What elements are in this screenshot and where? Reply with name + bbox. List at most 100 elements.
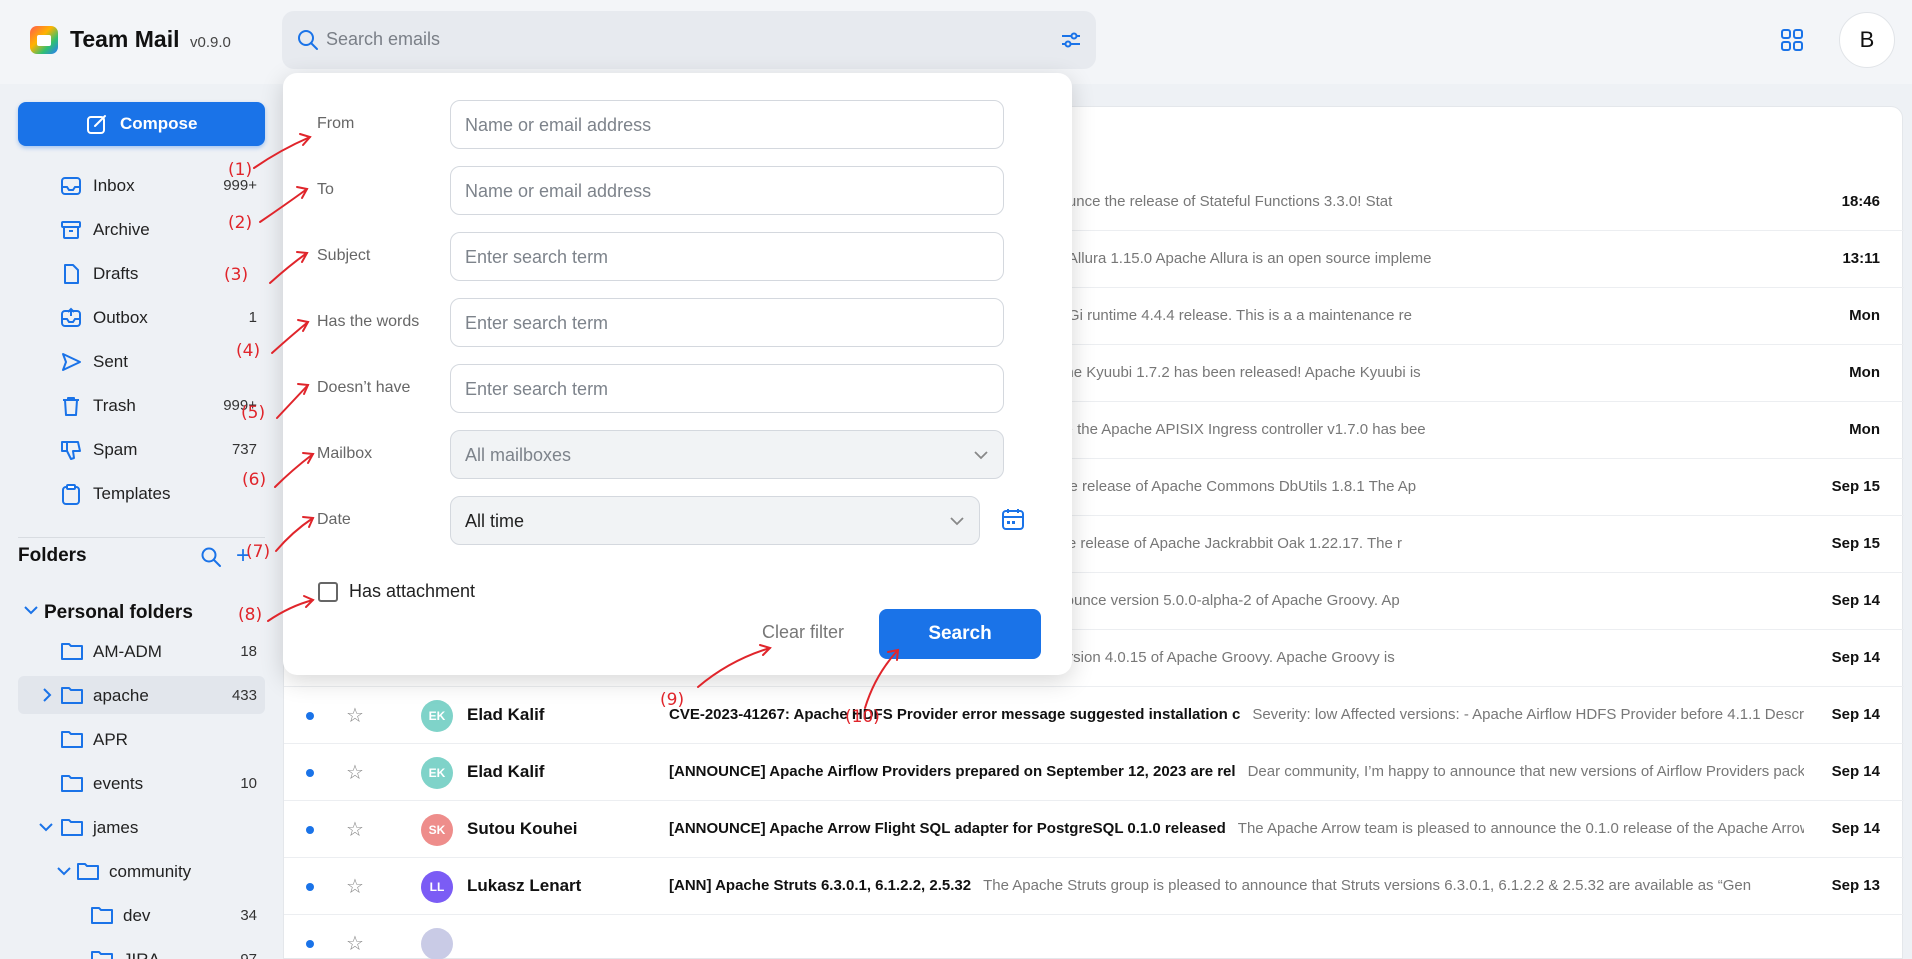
star-icon[interactable]: ☆ xyxy=(346,760,364,785)
folder-count: 97 xyxy=(240,951,257,959)
to-placeholder: Name or email address xyxy=(465,181,652,201)
trash-icon xyxy=(63,397,79,416)
mailbox-label: Mailbox xyxy=(317,445,373,462)
folder-icon xyxy=(61,819,83,836)
search-bar[interactable]: Search emails xyxy=(282,11,1096,69)
search-filter-popup: From Name or email address To Name or em… xyxy=(283,73,1072,675)
date-value: All time xyxy=(465,511,525,531)
folder-icon xyxy=(77,863,99,880)
clear-filter-button[interactable]: Clear filter xyxy=(743,610,863,654)
has-words-field[interactable]: Enter search term xyxy=(450,298,1004,347)
folder-jira[interactable]: JIRA 97 xyxy=(18,940,265,959)
folder-apr[interactable]: APR xyxy=(18,720,265,758)
mailbox-value: All mailboxes xyxy=(465,445,572,465)
nav-trash[interactable]: Trash 999+ xyxy=(18,385,265,425)
folder-icon xyxy=(61,731,83,748)
folder-community[interactable]: community xyxy=(18,852,265,890)
email-time: Sep 13 xyxy=(1831,877,1880,894)
nav-label: Inbox xyxy=(93,176,135,195)
outbox-icon xyxy=(61,307,81,327)
folder-james[interactable]: james xyxy=(18,808,265,846)
folder-label: dev xyxy=(123,906,151,925)
nav-label: Spam xyxy=(93,440,138,459)
folder-apache[interactable]: apache 433 xyxy=(18,676,265,714)
nav-count: 1 xyxy=(248,309,257,326)
nav-outbox[interactable]: Outbox 1 xyxy=(18,297,265,337)
annotation-label: (4) xyxy=(236,341,261,361)
from-label: From xyxy=(317,115,355,132)
email-time: Mon xyxy=(1849,421,1880,438)
send-icon xyxy=(62,353,81,371)
doesnt-have-label: Doesn’t have xyxy=(317,379,411,396)
clipboard-icon xyxy=(62,484,80,505)
subject-placeholder: Enter search term xyxy=(465,247,609,267)
subject-field[interactable]: Enter search term xyxy=(450,232,1004,281)
star-icon[interactable]: ☆ xyxy=(346,703,364,728)
filter-sliders-icon[interactable] xyxy=(1060,29,1082,51)
nav-label: Archive xyxy=(93,220,150,239)
archive-icon xyxy=(61,221,81,239)
email-subject: [ANNOUNCE] Apache Airflow Providers prep… xyxy=(669,763,1236,780)
folder-count: 433 xyxy=(231,687,257,704)
chevron-down-icon xyxy=(950,517,964,526)
sender-avatar: EK xyxy=(421,757,453,789)
spam-icon xyxy=(61,441,81,460)
user-avatar[interactable]: B xyxy=(1839,12,1895,68)
team-mail-logo[interactable] xyxy=(30,26,58,54)
star-icon[interactable]: ☆ xyxy=(346,874,364,899)
chevron-down-icon[interactable] xyxy=(56,863,72,879)
email-preview: Severity: low Affected versions: - Apach… xyxy=(1252,706,1804,723)
calendar-icon[interactable] xyxy=(1001,507,1025,531)
email-preview: The Apache Arrow team is pleased to anno… xyxy=(1237,820,1804,837)
folder-icon xyxy=(91,951,113,959)
folder-label: james xyxy=(93,818,139,837)
nav-spam[interactable]: Spam 737 xyxy=(18,429,265,469)
unread-dot xyxy=(306,712,314,720)
mailbox-select[interactable]: All mailboxes xyxy=(450,430,1004,479)
email-row[interactable]: ☆ LL Lukasz Lenart [ANN] Apache Struts 6.3.… xyxy=(284,858,1904,915)
compose-label: Compose xyxy=(120,114,198,133)
compose-button[interactable]: Compose xyxy=(18,102,265,146)
email-summary xyxy=(669,934,1804,951)
sender-name: Elad Kalif xyxy=(467,705,545,724)
email-time: 13:11 xyxy=(1842,250,1880,267)
email-row[interactable]: ☆ EK Elad Kalif CVE-2023-41267: Apache HDFS… xyxy=(284,687,1904,744)
has-attachment-checkbox[interactable] xyxy=(318,582,338,602)
inbox-icon xyxy=(61,177,81,195)
personal-folders-label: Personal folders xyxy=(44,602,193,623)
search-input[interactable]: Search emails xyxy=(326,29,440,50)
star-icon[interactable]: ☆ xyxy=(346,817,364,842)
folder-events[interactable]: events 10 xyxy=(18,764,265,802)
nav-label: Outbox xyxy=(93,308,148,327)
nav-templates[interactable]: Templates xyxy=(18,473,265,513)
email-subject: CVE-2023-41267: Apache HDFS Provider err… xyxy=(669,706,1241,723)
email-row[interactable]: ☆ xyxy=(284,915,1904,959)
nav-sent[interactable]: Sent xyxy=(18,341,265,381)
folder-label: AM-ADM xyxy=(93,642,162,661)
sender-avatar: EK xyxy=(421,700,453,732)
annotation-label: (9) xyxy=(660,690,685,710)
folder-search-icon[interactable] xyxy=(200,546,222,568)
annotation-label: (3) xyxy=(224,265,249,285)
apps-grid-icon[interactable] xyxy=(1780,28,1804,52)
chevron-right-icon[interactable] xyxy=(40,687,54,703)
to-field[interactable]: Name or email address xyxy=(450,166,1004,215)
email-row[interactable]: ☆ EK Elad Kalif [ANNOUNCE] Apache Airflow P… xyxy=(284,744,1904,801)
star-icon[interactable]: ☆ xyxy=(346,931,364,956)
email-row[interactable]: ☆ SK Sutou Kouhei [ANNOUNCE] Apache Arrow F… xyxy=(284,801,1904,858)
personal-folders-toggle[interactable]: Personal folders xyxy=(18,595,265,629)
annotation-label: (2) xyxy=(228,213,253,233)
folder-dev[interactable]: dev 34 xyxy=(18,896,265,934)
from-field[interactable]: Name or email address xyxy=(450,100,1004,149)
email-subject: [ANNOUNCE] Apache Arrow Flight SQL adapt… xyxy=(669,820,1226,837)
chevron-down-icon[interactable] xyxy=(38,819,54,835)
date-label: Date xyxy=(317,511,351,528)
doesnt-have-field[interactable]: Enter search term xyxy=(450,364,1004,413)
email-preview: The Apache Struts group is pleased to an… xyxy=(983,877,1752,894)
folder-am-adm[interactable]: AM-ADM 18 xyxy=(18,632,265,670)
nav-count: 737 xyxy=(231,441,257,458)
from-placeholder: Name or email address xyxy=(465,115,652,135)
unread-dot xyxy=(306,769,314,777)
search-button[interactable]: Search xyxy=(879,609,1041,659)
date-select[interactable]: All time xyxy=(450,496,980,545)
